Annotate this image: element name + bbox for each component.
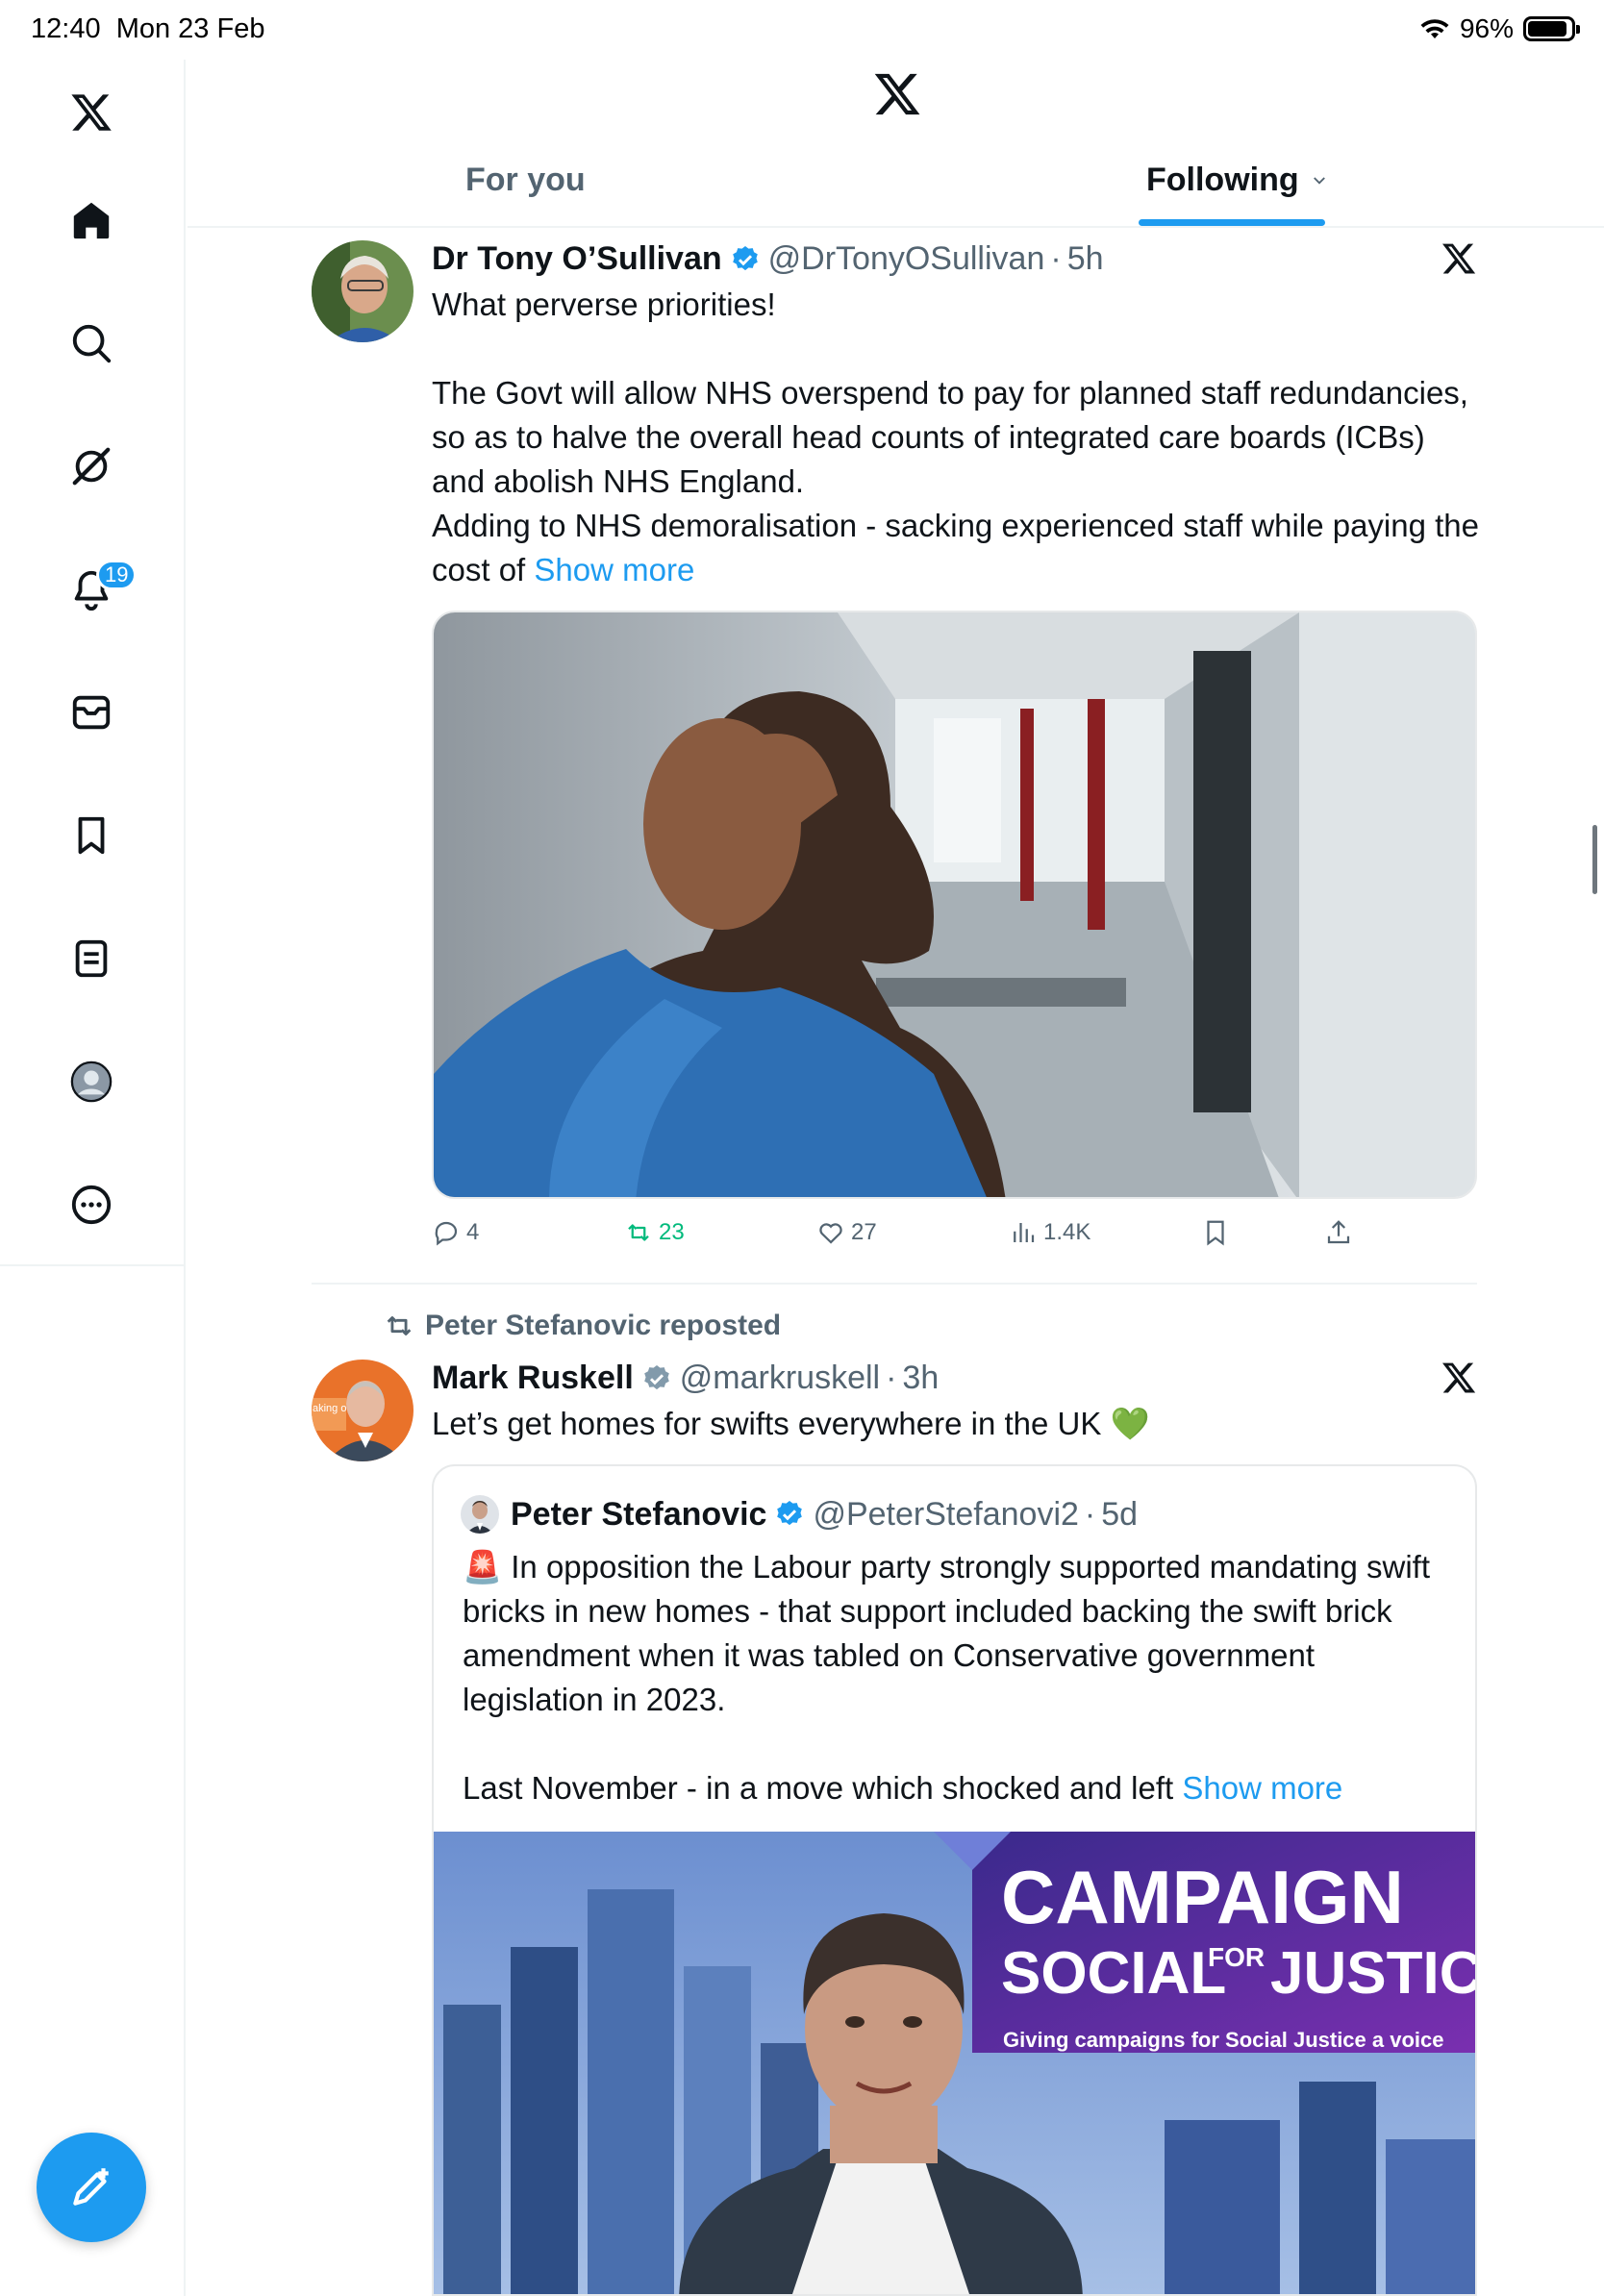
tab-for-you[interactable]: For you [465, 162, 586, 199]
wifi-icon [1420, 19, 1449, 38]
nav-bookmarks[interactable] [62, 806, 121, 865]
bookmark-icon [78, 816, 105, 855]
nav-notifications[interactable]: 19 [62, 560, 138, 619]
repost-icon [628, 1224, 649, 1241]
profile-icon [70, 1061, 113, 1103]
repost-context[interactable]: Peter Stefanovic reposted [383, 1310, 781, 1342]
heart-icon [819, 1223, 842, 1244]
repost-button[interactable]: 23 [624, 1218, 685, 1247]
status-indicators: 96% [1419, 13, 1580, 44]
quote-video-thumbnail[interactable]: CAMPAIGN SOCIAL FOR JUSTICE Giving campa… [434, 1832, 1477, 2294]
mail-icon [72, 695, 111, 730]
quote-author-name[interactable]: Peter Stefanovic [511, 1496, 766, 1534]
tweet-header: Mark Ruskell @markruskell · 3h [432, 1360, 940, 1397]
author-name[interactable]: Mark Ruskell [432, 1360, 634, 1397]
battery-percent: 96% [1459, 13, 1514, 43]
share-icon [1327, 1220, 1350, 1244]
tweet[interactable]: Dr Tony O’Sullivan @DrTonyOSullivan · 5h… [312, 240, 1480, 1279]
rail-divider [0, 1264, 186, 1266]
grok-icon [72, 447, 111, 486]
quoted-tweet[interactable]: Peter Stefanovic @PeterStefanovi2 · 5d 🚨… [432, 1464, 1477, 2296]
verified-badge-icon [643, 1364, 669, 1389]
tweet-text: Let’s get homes for swifts everywhere in… [432, 1406, 1150, 1441]
share-button[interactable] [1324, 1218, 1353, 1247]
quote-time[interactable]: 5d [1101, 1496, 1138, 1534]
tweet-actions: 4 23 27 1.4K [432, 1218, 1480, 1257]
views-button[interactable]: 1.4K [1009, 1218, 1090, 1247]
x-logo-icon[interactable] [1441, 1360, 1477, 1396]
avatar[interactable] [312, 240, 414, 342]
verified-badge-icon [732, 245, 758, 270]
like-button[interactable]: 27 [816, 1218, 877, 1247]
author-name[interactable]: Dr Tony O’Sullivan [432, 240, 722, 278]
nav-grok[interactable] [62, 437, 121, 496]
reply-icon [435, 1221, 458, 1246]
svg-text:Giving campaigns for Social Ju: Giving campaigns for Social Justice a vo… [1003, 2028, 1444, 2052]
quote-text: 🚨 In opposition the Labour party strongl… [463, 1549, 1431, 1806]
x-logo-icon[interactable] [872, 69, 922, 119]
avatar[interactable]: aking o rest [312, 1360, 414, 1461]
quote-author-handle[interactable]: @PeterStefanovi2 [813, 1496, 1078, 1534]
nav-lists[interactable] [62, 929, 121, 988]
search-icon [72, 324, 112, 363]
list-icon [75, 939, 108, 978]
tweet-text: What perverse priorities! The Govt will … [432, 287, 1479, 587]
views-icon [1014, 1223, 1035, 1242]
author-handle[interactable]: @markruskell [680, 1360, 880, 1397]
tweet-header: Dr Tony O’Sullivan @DrTonyOSullivan · 5h [432, 240, 1104, 278]
tweet-time[interactable]: 3h [902, 1360, 939, 1397]
bookmark-icon [1207, 1220, 1224, 1246]
status-bar: 12:40 Mon 23 Feb 96% [0, 0, 1604, 60]
tweet-divider [312, 1283, 1477, 1285]
tweet-time[interactable]: 5h [1067, 240, 1104, 278]
tab-following[interactable]: Following [1146, 162, 1328, 199]
notification-badge: 19 [96, 560, 138, 590]
author-handle[interactable]: @DrTonyOSullivan [768, 240, 1045, 278]
bookmark-button[interactable] [1201, 1218, 1230, 1247]
battery-icon [1523, 16, 1580, 41]
compose-button[interactable] [37, 2133, 146, 2242]
svg-text:CAMPAIGN: CAMPAIGN [1001, 1855, 1404, 1939]
svg-text:JUSTICE: JUSTICE [1270, 1940, 1477, 2007]
home-icon [73, 202, 110, 239]
side-nav: 19 [0, 60, 186, 2296]
svg-text:SOCIAL: SOCIAL [1001, 1940, 1226, 2007]
active-tab-indicator [1139, 219, 1325, 226]
nav-home[interactable] [62, 190, 121, 250]
show-more-link[interactable]: Show more [534, 552, 694, 587]
x-logo-icon[interactable] [1441, 240, 1477, 277]
chevron-down-icon [1313, 176, 1325, 185]
show-more-link[interactable]: Show more [1182, 1770, 1342, 1806]
timeline-header: For you Following [188, 60, 1604, 228]
more-icon [71, 1185, 112, 1225]
compose-icon [73, 2168, 109, 2206]
x-logo-icon[interactable] [62, 83, 121, 142]
quote-header: Peter Stefanovic @PeterStefanovi2 · 5d [461, 1495, 1138, 1534]
avatar[interactable] [461, 1495, 499, 1534]
reply-button[interactable]: 4 [432, 1218, 479, 1247]
nav-more[interactable] [62, 1175, 121, 1235]
tweet-image[interactable] [432, 611, 1477, 1199]
nav-messages[interactable] [62, 683, 121, 742]
nav-profile[interactable] [62, 1052, 121, 1111]
scrollbar[interactable] [1592, 825, 1597, 894]
svg-text:FOR: FOR [1208, 1942, 1265, 1972]
status-time: 12:40 Mon 23 Feb [31, 13, 265, 44]
nav-explore[interactable] [62, 313, 121, 373]
repost-icon [387, 1316, 412, 1335]
verified-badge-icon [777, 1501, 803, 1526]
siren-emoji: 🚨 [463, 1549, 503, 1585]
